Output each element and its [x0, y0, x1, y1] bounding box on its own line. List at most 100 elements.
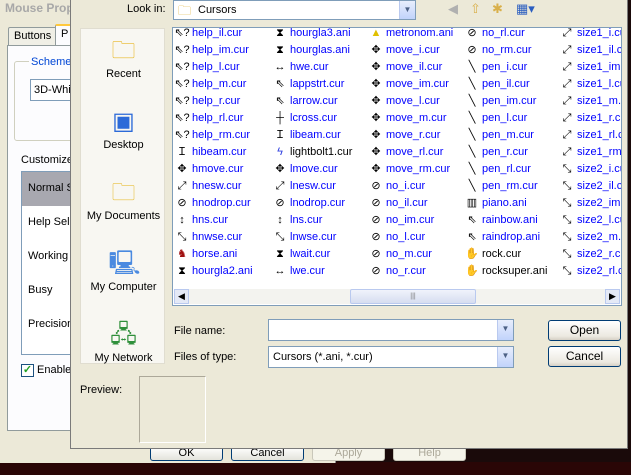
scroll-thumb[interactable]: ||| [350, 289, 476, 304]
file-item[interactable]: ⤢ size1_m.cur [559, 93, 621, 109]
file-item[interactable]: ⤢ size1_rm.cur [559, 144, 621, 160]
up-folder-icon[interactable]: ⇧ [470, 1, 481, 17]
place-recent[interactable]: 🗀 Recent [81, 37, 166, 80]
file-item[interactable]: ⤢ size1_rl.cur [559, 127, 621, 143]
file-item[interactable]: ⊘ no_l.cur [368, 229, 425, 245]
file-item[interactable]: ⤡ size2_l.cur [559, 212, 621, 228]
enable-shadow-checkbox[interactable]: ✓ [21, 364, 34, 377]
file-item[interactable]: ⊘ no_im.cur [368, 212, 434, 228]
chevron-down-icon[interactable]: ▼ [497, 320, 513, 340]
file-item[interactable]: ⊘ no_rl.cur [464, 28, 524, 41]
file-item[interactable]: ✥ move_rl.cur [368, 144, 443, 160]
file-item[interactable]: ⊘ no_rm.cur [464, 42, 531, 58]
scroll-right-icon[interactable]: ▶ [605, 289, 620, 304]
file-item[interactable]: ⤢ size1_r.cur [559, 110, 621, 126]
file-item[interactable]: ♞ horse.ani [174, 246, 237, 262]
file-item[interactable]: ⧗ hourgla3.ani [272, 28, 350, 41]
horizontal-scrollbar[interactable]: ◀ ||| ▶ [174, 289, 620, 304]
file-item[interactable]: ↕ hns.cur [174, 212, 228, 228]
file-item[interactable]: ⇖? help_im.cur [174, 42, 249, 58]
file-item[interactable]: Ｉhibeam.cur [174, 144, 247, 160]
file-item[interactable]: ✋ rocksuper.ani [464, 263, 547, 279]
file-item[interactable]: ⇖ larrow.cur [272, 93, 337, 109]
file-item[interactable]: ⤢ size1_i.cur [559, 28, 621, 41]
file-item[interactable]: ⊘ no_i.cur [368, 178, 425, 194]
file-item[interactable]: ↕ lns.cur [272, 212, 322, 228]
file-item[interactable]: ⤢ size1_il.cur [559, 42, 621, 58]
file-item[interactable]: ✥ move_l.cur [368, 93, 439, 109]
place-my-documents[interactable]: 🗀 My Documents [81, 179, 166, 222]
file-item[interactable]: ⤡ size2_m.cur [559, 229, 621, 245]
file-item[interactable]: ⤡ size2_il.cur [559, 178, 621, 194]
file-item[interactable]: ⤡ size2_i.cur [559, 161, 621, 177]
file-name-input[interactable]: ▼ [268, 319, 514, 341]
file-item[interactable]: ⤡ size2_im.cur [559, 195, 621, 211]
file-item[interactable]: ⤢ lnesw.cur [272, 178, 336, 194]
file-item[interactable]: ✥ move_r.cur [368, 127, 440, 143]
file-item[interactable]: ↔ hwe.cur [272, 59, 329, 75]
file-item[interactable]: ⇖? help_rm.cur [174, 127, 250, 143]
file-item[interactable]: ▲ metronom.ani [368, 28, 454, 41]
file-item[interactable]: ╲ pen_rm.cur [464, 178, 538, 194]
file-item[interactable]: ⇖? help_il.cur [174, 28, 242, 41]
file-item[interactable]: ╲ pen_m.cur [464, 127, 534, 143]
file-item[interactable]: ⤡ size2_rl.cur [559, 263, 621, 279]
file-item[interactable]: ⤢ size1_im.cur [559, 59, 621, 75]
scroll-left-icon[interactable]: ◀ [174, 289, 189, 304]
file-item[interactable]: ╲ pen_r.cur [464, 144, 528, 160]
back-icon[interactable]: ◀ [448, 1, 458, 17]
file-item[interactable]: ⧗ hourgla2.ani [174, 263, 252, 279]
file-item[interactable]: ⇖ raindrop.ani [464, 229, 540, 245]
files-of-type-select[interactable]: Cursors (*.ani, *.cur) ▼ [268, 346, 514, 368]
file-item[interactable]: ▥ piano.ani [464, 195, 527, 211]
file-item[interactable]: ⊘ no_il.cur [368, 195, 427, 211]
file-item[interactable]: ╲ pen_i.cur [464, 59, 528, 75]
file-item[interactable]: ⊘ lnodrop.cur [272, 195, 345, 211]
file-item[interactable]: ⇖? help_l.cur [174, 59, 239, 75]
file-item[interactable]: ⤡ size2_r.cur [559, 246, 621, 262]
tab-buttons[interactable]: Buttons [8, 27, 58, 46]
file-item[interactable]: ╲ pen_rl.cur [464, 161, 531, 177]
file-list[interactable]: ⤡ size2_rl.cur ⤡ size2_r.cur ⤡ size2_m.cur ⤡ si… [172, 27, 622, 306]
file-item[interactable]: ⇖ rainbow.ani [464, 212, 537, 228]
size-nesw-icon: ⤢ [562, 129, 572, 141]
chevron-down-icon[interactable]: ▼ [497, 347, 513, 367]
file-item[interactable]: ┼ lcross.cur [272, 110, 337, 126]
file-item[interactable]: ✥ move_il.cur [368, 59, 442, 75]
file-item[interactable]: ⊘ hnodrop.cur [174, 195, 250, 211]
open-button[interactable]: Open [548, 320, 621, 341]
place-my-network[interactable]: 🖧 My Network [81, 321, 166, 364]
file-item[interactable]: ⇖ lappstrt.cur [272, 76, 344, 92]
file-item[interactable]: ⇖? help_rl.cur [174, 110, 243, 126]
file-item[interactable]: ⧗ lwait.cur [272, 246, 330, 262]
file-item[interactable]: ⧗ hourglas.ani [272, 42, 350, 58]
file-item[interactable]: ⤢ size1_l.cur [559, 76, 621, 92]
file-item[interactable]: ↔ lwe.cur [272, 263, 325, 279]
look-in-combo[interactable]: 🗀 Cursors ▼ [173, 0, 416, 20]
file-item[interactable]: ✥ lmove.cur [272, 161, 337, 177]
file-item[interactable]: ✥ move_i.cur [368, 42, 439, 58]
file-item[interactable]: ⤡ hnwse.cur [174, 229, 243, 245]
chevron-down-icon[interactable]: ▼ [399, 1, 415, 19]
file-item[interactable]: ✥ move_m.cur [368, 110, 446, 126]
file-item[interactable]: ϟ lightbolt1.cur [272, 144, 352, 160]
file-item[interactable]: ╲ pen_im.cur [464, 93, 537, 109]
file-item[interactable]: ⤡ lnwse.cur [272, 229, 337, 245]
file-item[interactable]: ⇖? help_r.cur [174, 93, 240, 109]
file-item[interactable]: ╲ pen_l.cur [464, 110, 528, 126]
file-item[interactable]: ⇖? help_m.cur [174, 76, 246, 92]
view-menu-icon[interactable]: ▦▾ [516, 1, 535, 17]
file-item[interactable]: ✥ move_rm.cur [368, 161, 450, 177]
file-item[interactable]: ✥ hmove.cur [174, 161, 243, 177]
file-item[interactable]: ✋ rock.cur [464, 246, 521, 262]
file-item[interactable]: ⊘ no_r.cur [368, 263, 425, 279]
place-desktop[interactable]: ▣ Desktop [81, 108, 166, 151]
place-my-computer[interactable]: 🖳 My Computer [81, 250, 166, 293]
new-folder-icon[interactable]: ✱ [492, 1, 503, 17]
file-item[interactable]: Ｉlibeam.cur [272, 127, 341, 143]
file-item[interactable]: ⤢ hnesw.cur [174, 178, 242, 194]
file-item[interactable]: ╲ pen_il.cur [464, 76, 530, 92]
cancel-button[interactable]: Cancel [548, 346, 621, 367]
file-item[interactable]: ⊘ no_m.cur [368, 246, 431, 262]
file-item[interactable]: ✥ move_im.cur [368, 76, 449, 92]
